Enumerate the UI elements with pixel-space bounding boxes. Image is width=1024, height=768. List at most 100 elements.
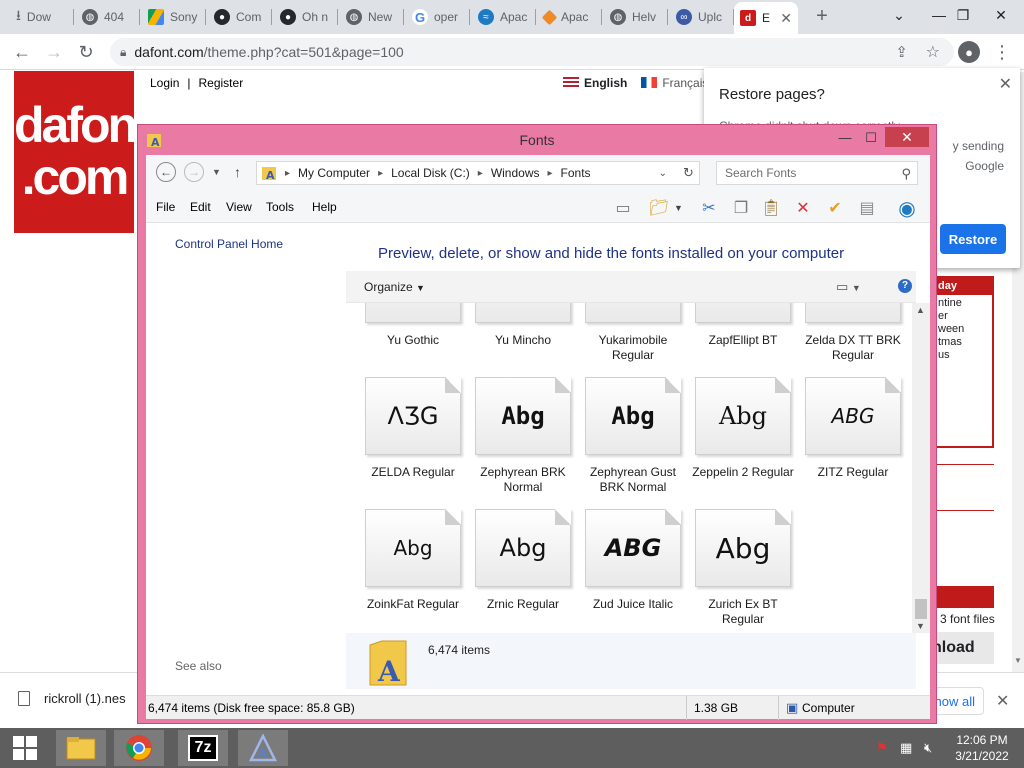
menu-file[interactable]: File [156,200,175,214]
register-link[interactable]: Register [199,76,244,94]
copy-icon[interactable]: ❐ [730,197,752,219]
language-english[interactable]: English [563,76,627,90]
language-french[interactable]: Français [641,76,708,90]
scroll-down-icon[interactable]: ▼ [1014,656,1022,665]
font-item[interactable]: ABG Zud Juice Italic [578,509,688,612]
menu-view[interactable]: View [226,200,252,214]
font-item[interactable]: Abg Zrnic Regular [468,509,578,612]
font-item[interactable]: ZapfEllipt BT [688,303,798,348]
chevron-right-icon[interactable]: ▸ [378,168,383,179]
minimize-button[interactable]: — [832,129,858,147]
tab-new[interactable]: ◍ New [340,4,404,30]
font-item[interactable]: Abg Zephyrean BRK Normal [468,377,578,495]
explorer-address-bar[interactable]: A ▸ My Computer ▸ Local Disk (C:) ▸ Wind… [256,161,696,185]
chevron-down-icon[interactable]: ▼ [674,203,683,213]
taskbar-chrome[interactable] [114,730,164,766]
address-bar[interactable]: 🔒︎ dafont.com/theme.php?cat=501&page=100… [110,38,954,66]
font-item[interactable]: Zelda DX TT BRK Regular [798,303,908,363]
close-icon[interactable]: ✕ [780,10,792,27]
share-icon[interactable]: ⇪ [895,43,908,61]
taskbar-7zip[interactable]: 7z [178,730,228,766]
globe-icon[interactable]: ◉ [896,197,918,220]
forward-button[interactable]: → [42,40,66,64]
bookmark-star-icon[interactable]: ☆ [926,42,940,62]
chevron-right-icon[interactable]: ▸ [548,168,553,179]
reload-button[interactable]: ↻ [74,40,98,64]
restore-button[interactable]: Restore [940,224,1006,254]
chevron-right-icon[interactable]: ▸ [478,168,483,179]
download-item[interactable]: rickroll (1).nes [18,691,126,706]
breadcrumb-windows[interactable]: Windows [491,166,540,180]
breadcrumb-my-computer[interactable]: My Computer [298,166,370,180]
chevron-right-icon[interactable]: ▸ [285,168,290,179]
control-panel-home-link[interactable]: Control Panel Home [175,237,283,251]
chevron-down-icon[interactable]: ⌄ [659,168,667,179]
sidebox-line[interactable]: ween [938,323,988,336]
volume-muted-icon[interactable]: 🔇︎ [924,740,932,756]
font-item[interactable]: Abg Zephyrean Gust BRK Normal [578,377,688,495]
dafont-logo[interactable]: dafont .com [14,71,152,233]
font-item[interactable]: Abg Zeppelin 2 Regular [688,377,798,480]
login-link[interactable]: Login [150,76,179,94]
back-button[interactable]: ← [156,162,176,182]
menu-help[interactable]: Help [312,200,337,214]
flag-icon[interactable]: ⚑ [876,740,888,756]
close-window-button[interactable]: ✕ [885,127,929,147]
maximize-button[interactable]: ☐ [858,129,884,147]
cut-icon[interactable]: ✂ [698,197,720,219]
system-clock[interactable]: 12:06 PM 3/21/2022 [948,732,1016,764]
breadcrumb-fonts[interactable]: Fonts [561,166,591,180]
help-button[interactable]: ? [898,279,912,293]
taskbar-explorer[interactable] [56,730,106,766]
breadcrumb-local-disk[interactable]: Local Disk (C:) [391,166,470,180]
scroll-down-icon[interactable]: ▼ [916,621,925,631]
tab-downloads[interactable]: ⭳ Dow [10,4,74,30]
font-item[interactable]: Yu Gothic [358,303,468,348]
font-item[interactable]: ABG ZITZ Regular [798,377,908,480]
menu-tools[interactable]: Tools [266,200,294,214]
window-titlebar[interactable]: A Fonts [138,125,936,155]
sidebox-line[interactable]: us [938,349,988,362]
tab-dafont-active[interactable]: d E ✕ [734,2,798,34]
recent-locations-button[interactable]: ▼ [212,167,221,177]
sidebox-line[interactable]: tmas [938,336,988,349]
scrollbar-thumb[interactable] [915,599,927,619]
organize-button[interactable]: Organize ▼ [364,280,425,294]
menu-button[interactable]: ⋮ [990,40,1014,64]
new-tab-button[interactable]: + [812,6,832,26]
sidebox-line[interactable]: ntine [938,297,988,310]
back-button[interactable]: ← [10,40,34,64]
font-item[interactable]: Yukarimobile Regular [578,303,688,363]
close-icon[interactable]: ✕ [996,691,1009,711]
folder-check-icon[interactable]: 📁︎ [648,197,670,219]
tab-404[interactable]: ◍ 404 [76,4,140,30]
close-icon[interactable]: ✕ [999,74,1012,94]
font-item[interactable]: Abg ZoinkFat Regular [358,509,468,612]
tab-com[interactable]: ● Com [208,4,272,30]
search-input[interactable]: Search Fonts ⚲ [716,161,918,185]
tab-oh[interactable]: ● Oh n [274,4,338,30]
font-item[interactable]: Yu Mincho [468,303,578,348]
download-button[interactable]: nload [932,632,994,664]
profile-avatar[interactable]: ● [958,41,980,63]
menu-edit[interactable]: Edit [190,200,211,214]
tab-oper[interactable]: G oper [406,4,470,30]
tab-sony[interactable]: Sony [142,4,206,30]
view-options-button[interactable]: ▭ ▼ [836,279,861,295]
network-icon[interactable]: ▦ [900,740,912,756]
paste-icon[interactable]: 📋︎ [760,197,782,219]
font-grid-scrollbar[interactable]: ▲ ▼ [912,303,930,633]
start-button[interactable] [0,730,50,766]
refresh-button[interactable]: ↻ [678,161,700,185]
close-window-button[interactable]: ✕ [978,0,1024,30]
font-item[interactable]: Abg Zurich Ex BT Regular [688,509,798,627]
sidebox-line[interactable]: er [938,310,988,323]
scroll-up-icon[interactable]: ▲ [916,305,925,315]
layout-icon[interactable]: ▭ [612,197,634,219]
delete-icon[interactable]: ✕ [792,197,814,219]
forward-button[interactable]: → [184,162,204,182]
tab-helv[interactable]: ◍ Helv [604,4,668,30]
tab-apache-1[interactable]: ≈ Apac [472,4,536,30]
taskbar-fonts[interactable]: A [238,730,288,766]
up-button[interactable]: ↑ [234,164,241,180]
